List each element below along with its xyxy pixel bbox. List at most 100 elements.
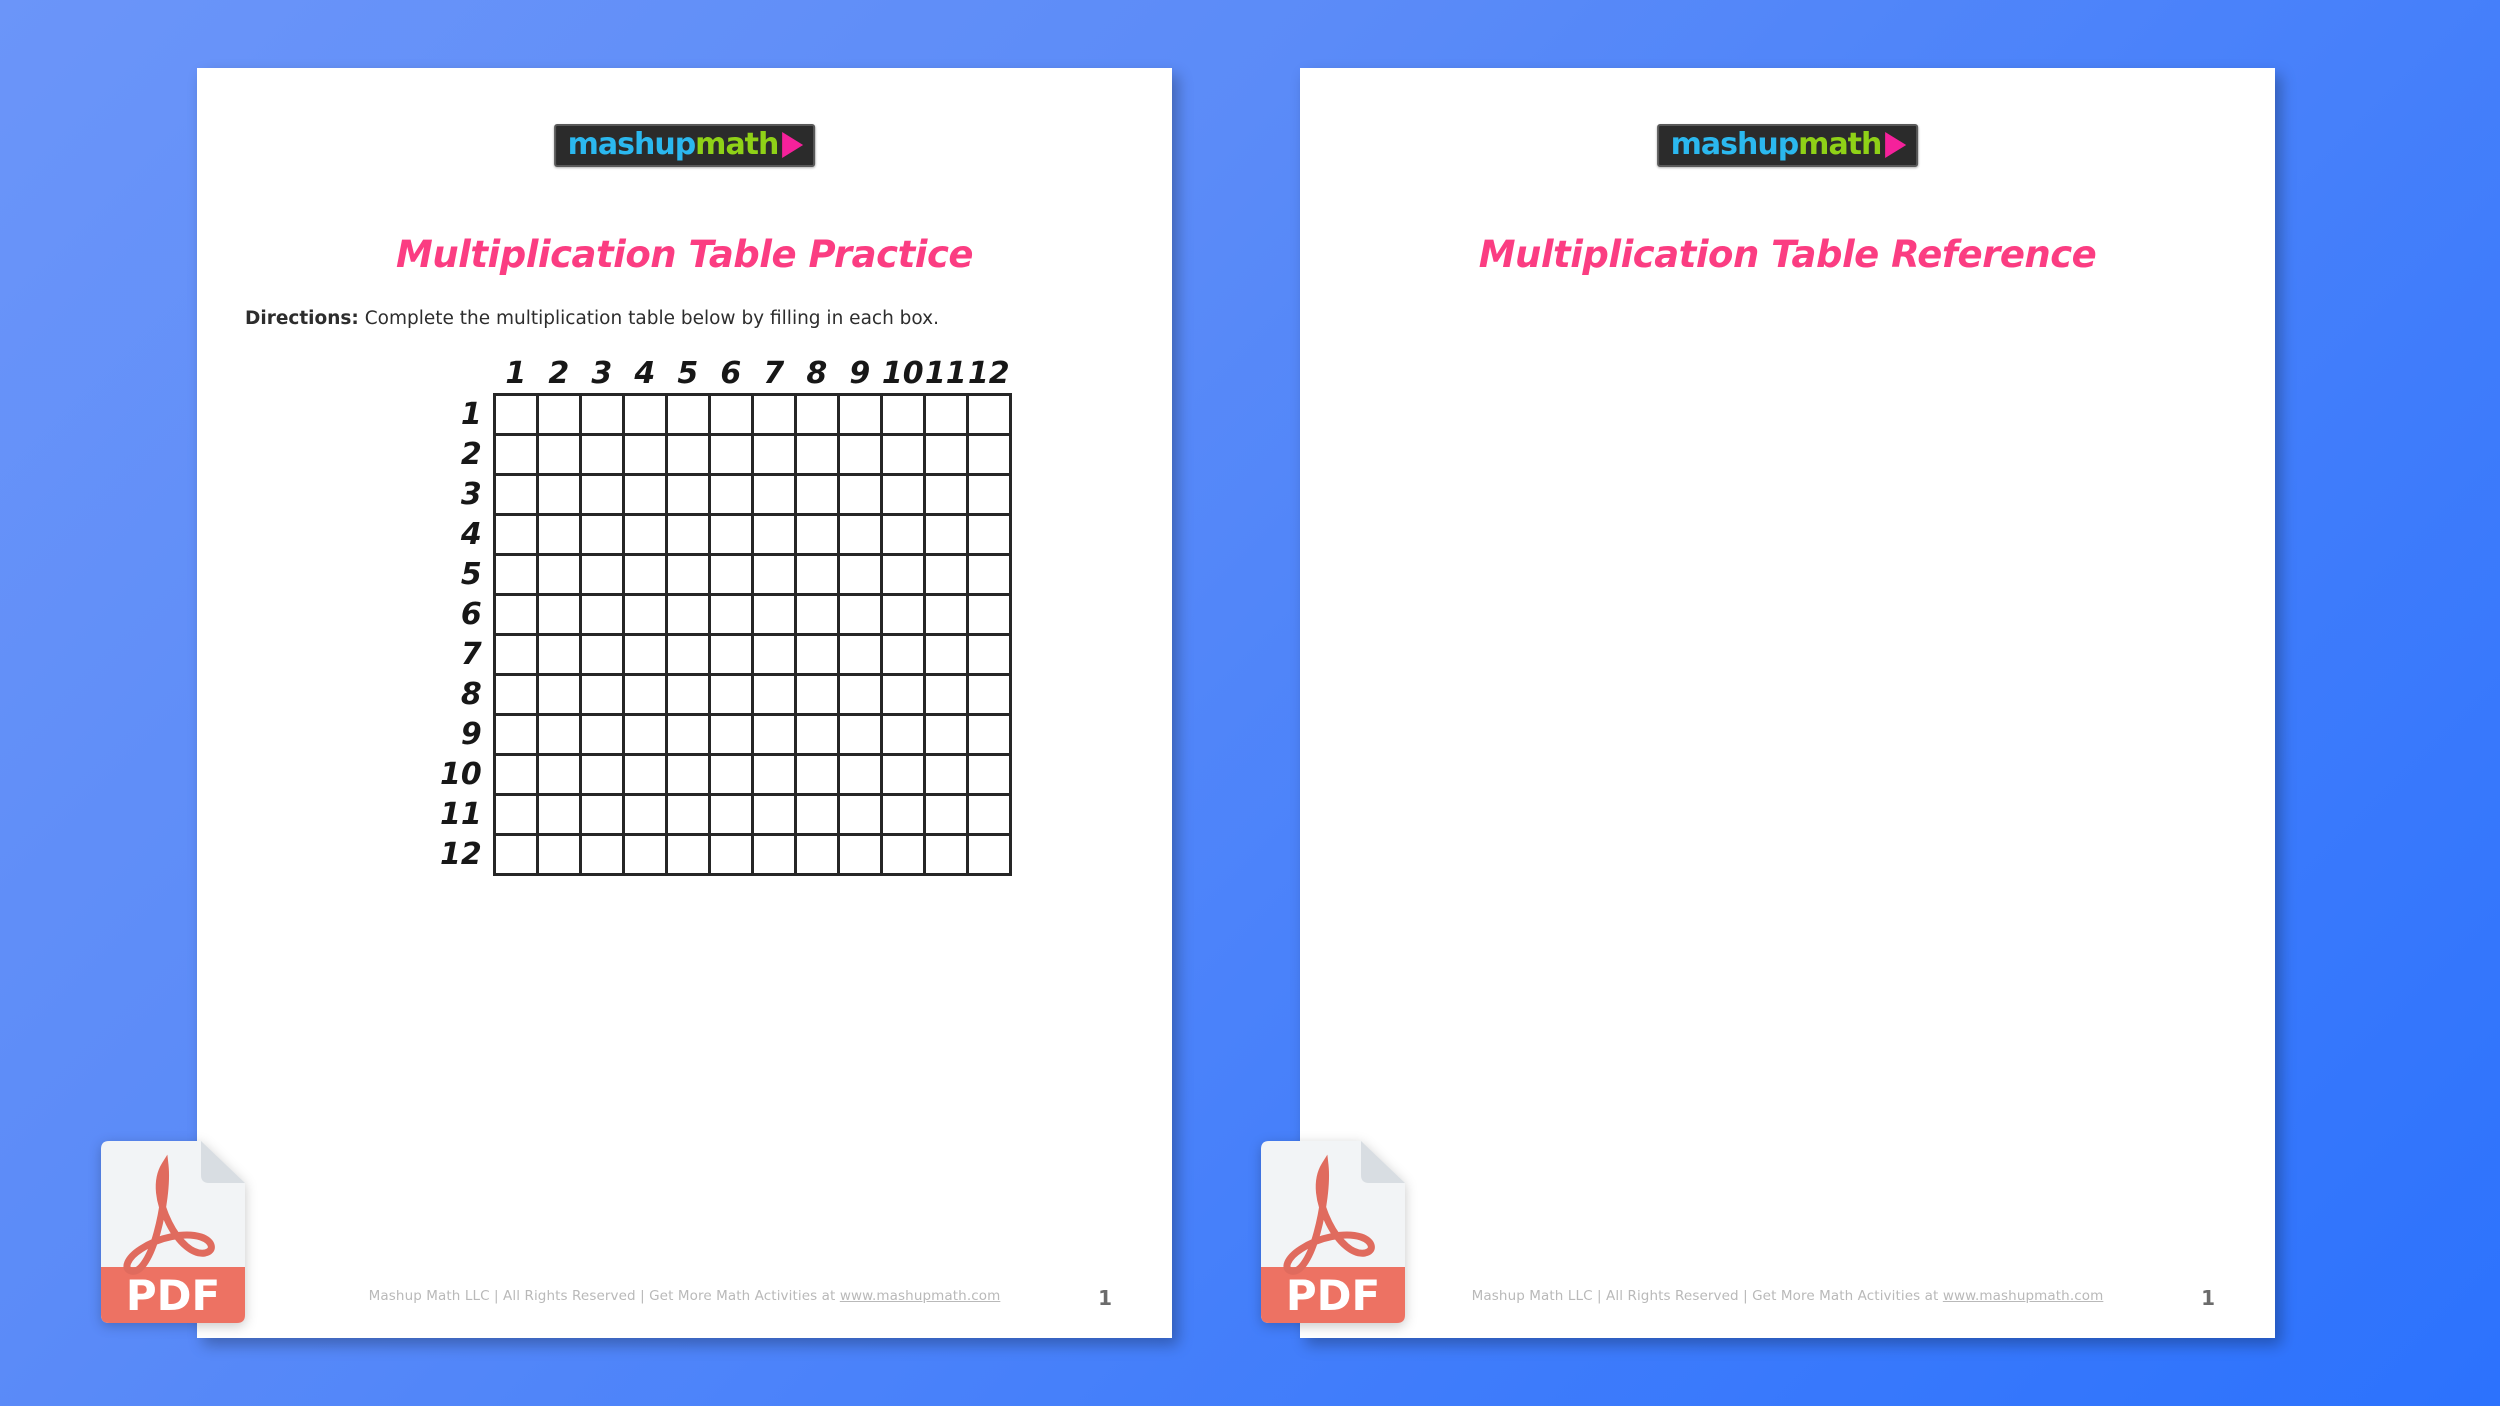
practice-cell-11x2[interactable] xyxy=(535,792,582,836)
practice-cell-7x3[interactable] xyxy=(578,632,625,676)
practice-cell-12x1[interactable] xyxy=(492,832,539,876)
practice-cell-11x5[interactable] xyxy=(664,792,711,836)
practice-cell-8x10[interactable] xyxy=(879,672,926,716)
practice-cell-3x8[interactable] xyxy=(793,472,840,516)
practice-cell-4x2[interactable] xyxy=(535,512,582,556)
practice-cell-8x1[interactable] xyxy=(492,672,539,716)
practice-cell-5x3[interactable] xyxy=(578,552,625,596)
practice-cell-9x9[interactable] xyxy=(836,712,883,756)
practice-cell-8x4[interactable] xyxy=(621,672,668,716)
practice-cell-8x5[interactable] xyxy=(664,672,711,716)
practice-cell-12x9[interactable] xyxy=(836,832,883,876)
practice-cell-4x9[interactable] xyxy=(836,512,883,556)
practice-cell-3x2[interactable] xyxy=(535,472,582,516)
practice-cell-10x3[interactable] xyxy=(578,752,625,796)
practice-cell-4x11[interactable] xyxy=(922,512,969,556)
practice-cell-8x2[interactable] xyxy=(535,672,582,716)
practice-cell-3x1[interactable] xyxy=(492,472,539,516)
practice-cell-2x9[interactable] xyxy=(836,432,883,476)
practice-cell-12x4[interactable] xyxy=(621,832,668,876)
practice-cell-2x1[interactable] xyxy=(492,432,539,476)
pdf-file-icon[interactable]: PDF xyxy=(1253,1137,1410,1331)
practice-cell-5x1[interactable] xyxy=(492,552,539,596)
practice-cell-3x9[interactable] xyxy=(836,472,883,516)
practice-cell-3x7[interactable] xyxy=(750,472,797,516)
practice-cell-7x2[interactable] xyxy=(535,632,582,676)
practice-cell-6x9[interactable] xyxy=(836,592,883,636)
practice-cell-9x7[interactable] xyxy=(750,712,797,756)
practice-cell-1x1[interactable] xyxy=(492,392,539,436)
practice-cell-7x4[interactable] xyxy=(621,632,668,676)
practice-cell-1x9[interactable] xyxy=(836,392,883,436)
practice-cell-11x3[interactable] xyxy=(578,792,625,836)
practice-cell-5x11[interactable] xyxy=(922,552,969,596)
practice-cell-7x6[interactable] xyxy=(707,632,754,676)
practice-cell-5x2[interactable] xyxy=(535,552,582,596)
practice-cell-4x5[interactable] xyxy=(664,512,711,556)
practice-cell-4x6[interactable] xyxy=(707,512,754,556)
practice-cell-3x3[interactable] xyxy=(578,472,625,516)
practice-cell-6x1[interactable] xyxy=(492,592,539,636)
practice-cell-9x8[interactable] xyxy=(793,712,840,756)
practice-cell-8x11[interactable] xyxy=(922,672,969,716)
practice-cell-2x12[interactable] xyxy=(965,432,1012,476)
practice-cell-11x11[interactable] xyxy=(922,792,969,836)
practice-cell-7x10[interactable] xyxy=(879,632,926,676)
practice-cell-4x3[interactable] xyxy=(578,512,625,556)
practice-cell-4x7[interactable] xyxy=(750,512,797,556)
practice-multiplication-grid[interactable]: 1 2 3 4 5 6 7 8 9 10 11 12 1 2 3 4 5 6 7 8 9 10 11 12 xyxy=(440,354,1012,876)
practice-cell-2x11[interactable] xyxy=(922,432,969,476)
practice-cell-10x4[interactable] xyxy=(621,752,668,796)
practice-cell-6x5[interactable] xyxy=(664,592,711,636)
practice-cell-5x7[interactable] xyxy=(750,552,797,596)
practice-cell-9x6[interactable] xyxy=(707,712,754,756)
practice-cell-1x6[interactable] xyxy=(707,392,754,436)
practice-cell-9x12[interactable] xyxy=(965,712,1012,756)
practice-cell-3x4[interactable] xyxy=(621,472,668,516)
practice-cell-8x7[interactable] xyxy=(750,672,797,716)
practice-cell-5x8[interactable] xyxy=(793,552,840,596)
practice-cell-11x10[interactable] xyxy=(879,792,926,836)
practice-cell-7x8[interactable] xyxy=(793,632,840,676)
practice-cell-10x11[interactable] xyxy=(922,752,969,796)
practice-cell-4x12[interactable] xyxy=(965,512,1012,556)
practice-cell-7x5[interactable] xyxy=(664,632,711,676)
practice-cell-1x2[interactable] xyxy=(535,392,582,436)
practice-cell-4x10[interactable] xyxy=(879,512,926,556)
practice-cell-9x5[interactable] xyxy=(664,712,711,756)
practice-cell-1x10[interactable] xyxy=(879,392,926,436)
practice-cell-4x4[interactable] xyxy=(621,512,668,556)
practice-cell-7x1[interactable] xyxy=(492,632,539,676)
practice-cell-9x10[interactable] xyxy=(879,712,926,756)
practice-cell-3x10[interactable] xyxy=(879,472,926,516)
practice-cell-10x8[interactable] xyxy=(793,752,840,796)
practice-cell-1x5[interactable] xyxy=(664,392,711,436)
practice-cell-11x12[interactable] xyxy=(965,792,1012,836)
practice-cell-5x4[interactable] xyxy=(621,552,668,596)
practice-cell-2x3[interactable] xyxy=(578,432,625,476)
practice-cell-3x11[interactable] xyxy=(922,472,969,516)
practice-cell-6x4[interactable] xyxy=(621,592,668,636)
practice-cell-11x7[interactable] xyxy=(750,792,797,836)
practice-cell-2x4[interactable] xyxy=(621,432,668,476)
footer-link[interactable]: www.mashupmath.com xyxy=(1943,1288,2104,1304)
practice-cell-12x10[interactable] xyxy=(879,832,926,876)
practice-cell-10x1[interactable] xyxy=(492,752,539,796)
practice-cell-7x11[interactable] xyxy=(922,632,969,676)
practice-cell-5x6[interactable] xyxy=(707,552,754,596)
practice-cell-1x12[interactable] xyxy=(965,392,1012,436)
practice-cell-6x12[interactable] xyxy=(965,592,1012,636)
practice-cell-9x11[interactable] xyxy=(922,712,969,756)
practice-cell-1x8[interactable] xyxy=(793,392,840,436)
practice-cell-7x7[interactable] xyxy=(750,632,797,676)
practice-cell-8x8[interactable] xyxy=(793,672,840,716)
practice-cell-1x11[interactable] xyxy=(922,392,969,436)
practice-cell-10x5[interactable] xyxy=(664,752,711,796)
practice-cell-11x1[interactable] xyxy=(492,792,539,836)
practice-cell-12x11[interactable] xyxy=(922,832,969,876)
practice-cell-2x5[interactable] xyxy=(664,432,711,476)
practice-cell-6x3[interactable] xyxy=(578,592,625,636)
practice-cell-3x5[interactable] xyxy=(664,472,711,516)
practice-cell-6x8[interactable] xyxy=(793,592,840,636)
practice-cell-6x11[interactable] xyxy=(922,592,969,636)
